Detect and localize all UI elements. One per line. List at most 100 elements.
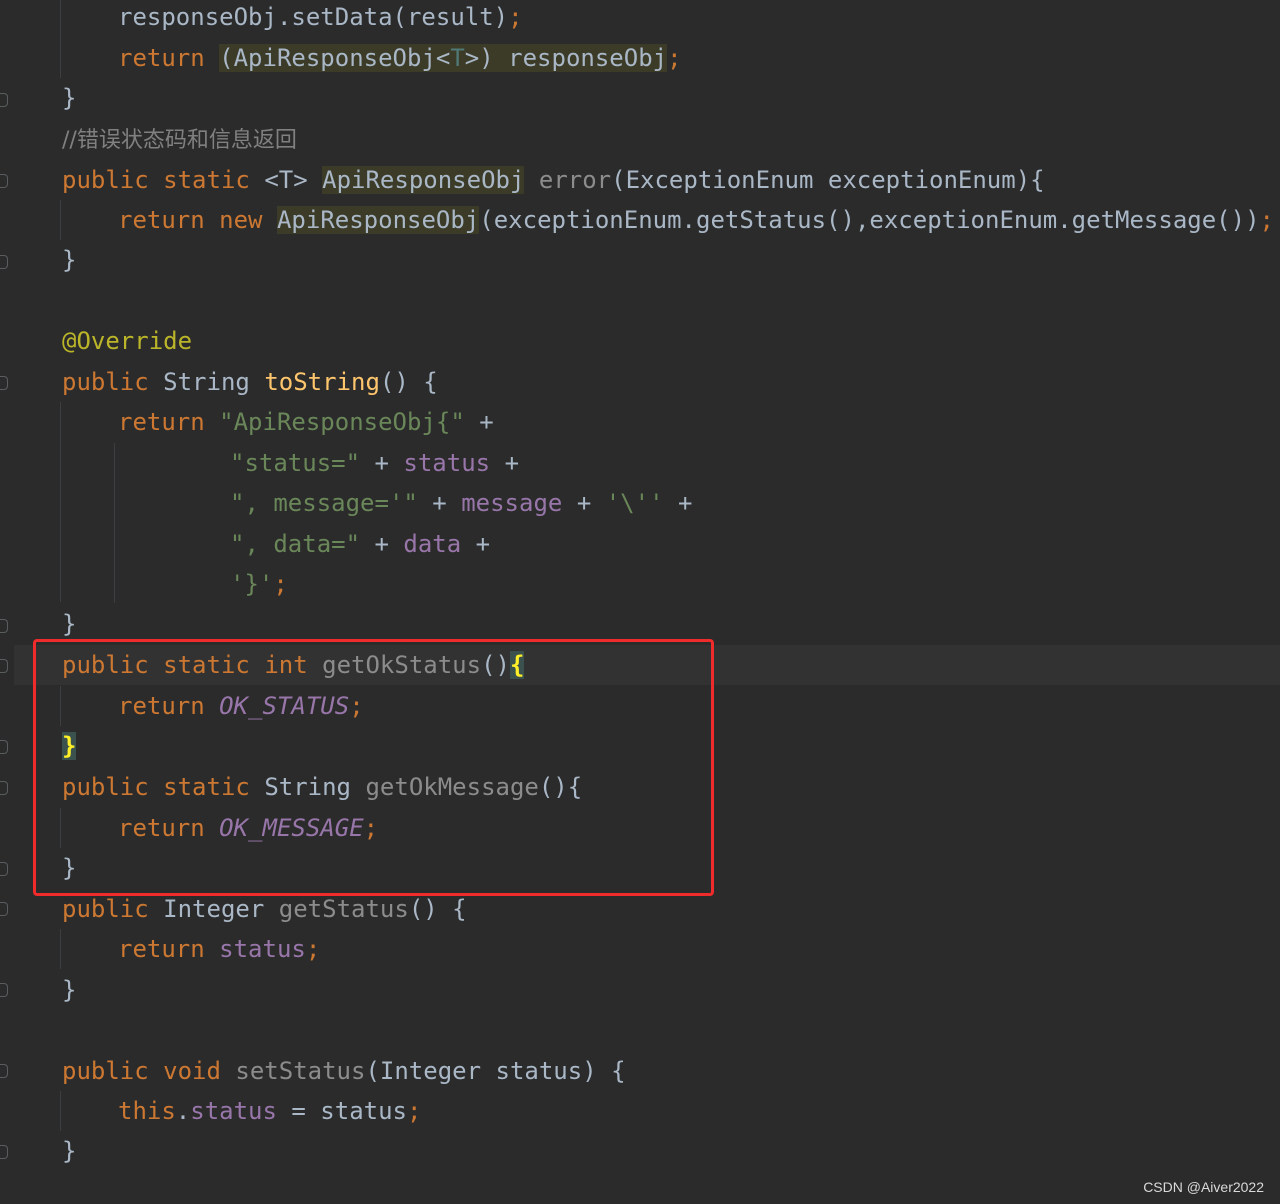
code-token: <T> (264, 166, 308, 194)
string-literal: ", data=" (230, 530, 361, 558)
code-line[interactable]: return new ApiResponseObj(exceptionEnum.… (118, 200, 1274, 240)
keyword-return: return (118, 408, 205, 436)
indent-guide (60, 0, 61, 78)
keyword-return: return (118, 44, 205, 72)
code-line[interactable]: ", message='" + message + '\'' + (230, 483, 692, 523)
keyword-void: void (163, 1057, 221, 1085)
keyword-return: return (118, 206, 205, 234)
fold-marker-icon[interactable] (0, 93, 8, 107)
usage-highlight: (ApiResponseObj<T>) responseObj (219, 44, 668, 72)
fold-marker-icon[interactable] (0, 862, 8, 876)
fold-marker-icon[interactable] (0, 781, 8, 795)
fold-marker-icon[interactable] (0, 1145, 8, 1159)
code-line[interactable]: } (62, 78, 76, 118)
code-line[interactable]: '}'; (230, 564, 288, 604)
code-token: ; (508, 3, 523, 31)
code-token: () { (379, 368, 438, 396)
indent-guide (60, 929, 61, 969)
code-line[interactable]: return "ApiResponseObj{" + (118, 402, 494, 442)
code-token: + (475, 530, 491, 558)
code-line[interactable]: public static <T> ApiResponseObj error(E… (62, 160, 1045, 200)
keyword-public: public (62, 368, 149, 396)
code-line[interactable]: } (62, 604, 76, 644)
keyword-return: return (118, 935, 205, 963)
method-name: error (538, 166, 612, 194)
closing-brace: } (62, 1137, 77, 1165)
annotation: @Override (62, 327, 193, 355)
usage-highlight: ApiResponseObj (322, 166, 525, 194)
code-token: + (432, 489, 447, 517)
code-line[interactable]: this.status = status; (118, 1091, 421, 1131)
closing-brace: } (62, 976, 77, 1004)
code-token: + (504, 449, 520, 477)
fold-marker-icon[interactable] (0, 255, 8, 269)
code-line[interactable]: } (62, 970, 76, 1010)
keyword-new: new (219, 206, 263, 234)
highlight-box (33, 639, 714, 896)
code-line[interactable]: public void setStatus(Integer status) { (62, 1051, 626, 1091)
field-reference: message (461, 489, 563, 517)
code-token: responseObj.setData(result) (118, 3, 509, 31)
field-reference: status (190, 1097, 277, 1125)
indent-guide (60, 1091, 61, 1131)
code-token: ; (273, 570, 288, 598)
string-literal: ", message='" (230, 489, 418, 517)
fold-marker-icon[interactable] (0, 174, 8, 188)
code-token: (Integer status) { (365, 1057, 626, 1085)
code-line[interactable]: //错误状态码和信息返回 (62, 119, 297, 159)
code-line[interactable]: return status; (118, 929, 320, 969)
code-token: ; (407, 1097, 422, 1125)
string-literal: "ApiResponseObj{" (219, 408, 465, 436)
code-token: ; (305, 935, 321, 963)
fold-marker-icon[interactable] (0, 1064, 8, 1078)
code-token: String (163, 368, 250, 396)
fold-marker-icon[interactable] (0, 619, 8, 633)
code-line[interactable]: public String toString() { (62, 362, 438, 402)
closing-brace: } (62, 84, 77, 112)
code-token: + (677, 489, 693, 517)
code-token: + (374, 530, 389, 558)
code-token: (ExceptionEnum exceptionEnum){ (611, 166, 1045, 194)
closing-brace: } (62, 246, 77, 274)
code-token: Integer (163, 895, 265, 923)
code-token: ; (667, 44, 682, 72)
code-line[interactable]: ", data=" + data + (230, 524, 490, 564)
code-token: + (374, 449, 389, 477)
keyword-public: public (62, 1057, 149, 1085)
code-token: = status (276, 1097, 407, 1125)
keyword-public: public (62, 895, 149, 923)
indent-guide (114, 443, 115, 603)
editor-gutter (0, 0, 14, 1204)
code-line[interactable]: responseObj.setData(result); (118, 0, 523, 37)
code-line[interactable]: } (62, 240, 76, 280)
code-line[interactable]: return (ApiResponseObj<T>) responseObj; (118, 38, 682, 78)
code-line[interactable]: "status=" + status + (230, 443, 519, 483)
indent-guide (60, 402, 61, 602)
code-line[interactable]: } (62, 1131, 76, 1171)
method-name: setStatus (235, 1057, 366, 1085)
indent-guide (60, 200, 61, 240)
field-reference: status (219, 935, 306, 963)
fold-marker-icon[interactable] (0, 902, 8, 916)
string-literal: '\'' (605, 489, 664, 517)
fold-marker-icon[interactable] (0, 659, 8, 673)
keyword-this: this (118, 1097, 176, 1125)
closing-brace: } (62, 610, 77, 638)
fold-marker-icon[interactable] (0, 983, 8, 997)
code-token: ; (1259, 206, 1274, 234)
watermark: CSDN @Aiver2022 (1143, 1179, 1264, 1195)
string-literal: '}' (230, 570, 274, 598)
code-editor[interactable]: responseObj.setData(result); return (Api… (0, 0, 1280, 1204)
field-reference: status (403, 449, 491, 477)
fold-marker-icon[interactable] (0, 740, 8, 754)
usage-highlight: ApiResponseObj (276, 206, 480, 234)
code-token: () { (408, 895, 467, 923)
comment: //错误状态码和信息返回 (62, 128, 297, 153)
keyword-public: public (62, 166, 149, 194)
method-name: getStatus (278, 895, 409, 923)
code-token: . (175, 1097, 191, 1125)
code-line[interactable]: @Override (62, 321, 192, 361)
method-name: toString (264, 368, 380, 396)
keyword-static: static (163, 166, 250, 194)
fold-marker-icon[interactable] (0, 376, 8, 390)
